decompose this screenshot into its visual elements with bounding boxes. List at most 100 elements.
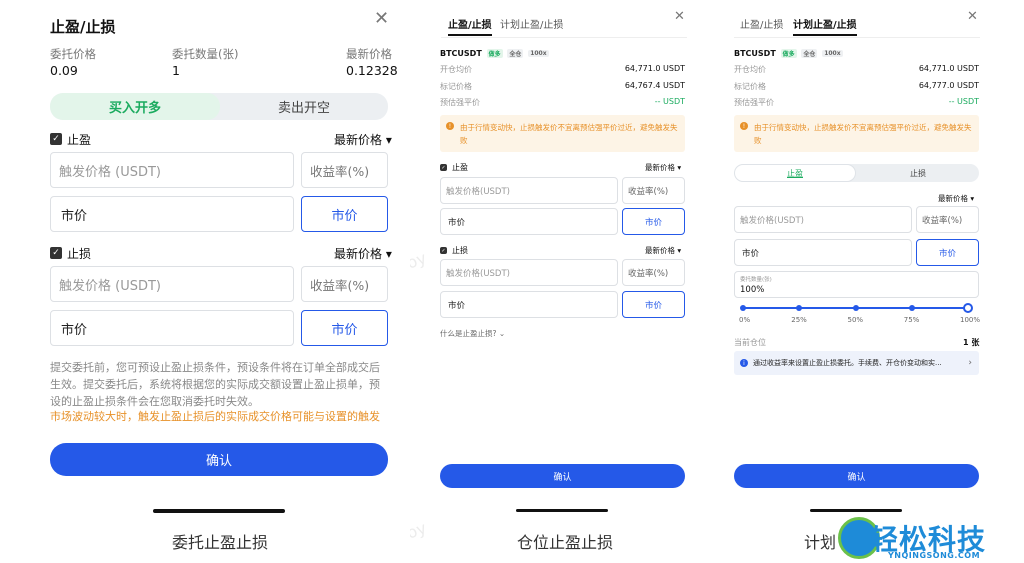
confirm-button[interactable]: 确认 — [440, 464, 685, 488]
home-indicator — [516, 509, 608, 512]
info-icon: i — [740, 359, 748, 367]
warning-icon: ! — [740, 122, 748, 130]
sl-order-price-input[interactable]: 市价 — [440, 291, 618, 318]
row-key: 标记价格 — [734, 82, 766, 91]
tp-market-button[interactable]: 市价 — [301, 196, 388, 232]
sl-checkbox[interactable]: ✓ — [50, 247, 62, 259]
row-value: -- USDT — [948, 97, 979, 106]
row-value: 64,771.0 USDT — [624, 64, 685, 73]
sl-order-price-input[interactable]: 市价 — [50, 310, 294, 346]
tab-plan-tpsl[interactable]: 计划止盈/止损 — [500, 16, 563, 31]
tpsl-segment: 止盈 止损 — [734, 164, 979, 182]
slider-tick[interactable] — [740, 305, 746, 311]
info-text: 通过收益率来设置止盈止损委托。手续费、开仓价变动和实... — [753, 359, 942, 367]
confirm-button[interactable]: 确认 — [734, 464, 979, 488]
tp-market-button[interactable]: 市价 — [622, 208, 685, 235]
direction-segment: 买入开多 卖出开空 — [50, 93, 388, 120]
tp-checkbox[interactable]: ✓ — [50, 133, 62, 145]
symbol: BTCUSDT — [440, 49, 482, 58]
tp-yield-input[interactable]: 收益率(%) — [622, 177, 685, 204]
order-price-input[interactable]: 市价 — [734, 239, 912, 266]
yield-input[interactable]: 收益率(%) — [916, 206, 979, 233]
sl-yield-input[interactable]: 收益率(%) — [622, 259, 685, 286]
slider-tick-label: 100% — [960, 316, 981, 324]
latest-price-value: 0.12328 — [346, 63, 398, 78]
tab-plan-tpsl[interactable]: 计划止盈/止损 — [793, 16, 857, 36]
margin-badge: 全仓 — [801, 49, 818, 58]
row-key: 预估强平价 — [734, 98, 774, 107]
sl-price-type-select[interactable]: 最新价格 ▾ — [645, 245, 681, 256]
symbol-line: BTCUSDT 做多 全仓 100x — [440, 49, 549, 58]
sl-tab[interactable]: 止损 — [857, 164, 979, 182]
sl-checkbox[interactable]: ✓ — [440, 247, 447, 254]
yield-info-banner[interactable]: i 通过收益率来设置止盈止损委托。手续费、开仓价变动和实... › — [734, 351, 979, 375]
slider-tick-label: 25% — [791, 316, 807, 324]
notice-text: 由于行情变动快，止损触发价不宜离预估强平价过近，避免触发失败 — [460, 123, 678, 145]
leverage-badge: 100x — [822, 50, 843, 57]
close-icon[interactable]: ✕ — [967, 10, 978, 23]
sl-trigger-price-input[interactable]: 触发价格(USDT) — [440, 259, 618, 286]
side-badge: 做多 — [780, 49, 797, 58]
sell-short-tab[interactable]: 卖出开空 — [220, 93, 388, 120]
tab-divider — [734, 37, 980, 38]
tab-tpsl[interactable]: 止盈/止损 — [448, 16, 492, 36]
buy-long-tab[interactable]: 买入开多 — [50, 93, 220, 120]
sl-market-button[interactable]: 市价 — [622, 291, 685, 318]
order-qty-label: 委托数量(张) — [172, 47, 239, 61]
tp-order-price-input[interactable]: 市价 — [440, 208, 618, 235]
position-tpsl-panel: 止盈/止损 计划止盈/止损 ✕ BTCUSDT 做多 全仓 100x 开仓均价 … — [425, 0, 705, 563]
tp-price-type-select[interactable]: 最新价格 ▾ — [645, 162, 681, 173]
order-price-label: 委托价格 — [50, 47, 96, 61]
quantity-input[interactable]: 委托数量(张) 100% — [734, 271, 979, 298]
row-key: 标记价格 — [440, 82, 472, 91]
tp-trigger-price-input[interactable]: 触发价格(USDT) — [440, 177, 618, 204]
risk-notice: ! 由于行情变动快，止损触发价不宜离预估强平价过近，避免触发失败 — [734, 115, 979, 152]
tab-tpsl[interactable]: 止盈/止损 — [740, 16, 783, 31]
symbol: BTCUSDT — [734, 49, 776, 58]
notice-text: 由于行情变动快，止损触发价不宜离预估强平价过近，避免触发失败 — [754, 123, 972, 145]
chevron-right-icon: › — [968, 358, 972, 368]
slider-tick-label: 50% — [847, 316, 864, 324]
slider-tick[interactable] — [908, 305, 915, 311]
confirm-button[interactable]: 确认 — [50, 443, 388, 476]
tp-yield-input[interactable]: 收益率(%) — [301, 152, 388, 188]
row-value: 64,771.0 USDT — [918, 64, 979, 73]
position-label: 当前仓位 — [734, 338, 766, 347]
info-row: 标记价格 64,777.0 USDT — [734, 81, 979, 92]
sl-market-button[interactable]: 市价 — [301, 310, 388, 346]
tp-tab[interactable]: 止盈 — [734, 164, 856, 182]
help-link[interactable]: 什么是止盈止损? ⌄ — [440, 328, 505, 339]
sl-trigger-price-input[interactable]: 触发价格 (USDT) — [50, 266, 294, 302]
home-indicator — [153, 509, 285, 513]
sl-yield-input[interactable]: 收益率(%) — [301, 266, 388, 302]
slider-tick[interactable] — [796, 305, 803, 311]
tp-label: 止盈 — [452, 163, 468, 172]
price-type-select[interactable]: 最新价格 ▾ — [938, 193, 974, 204]
close-icon[interactable]: ✕ — [374, 10, 389, 28]
order-qty-value: 1 — [172, 63, 180, 78]
tp-label: 止盈 — [67, 133, 92, 147]
quantity-label: 委托数量(张) — [740, 277, 772, 283]
info-row: 标记价格 64,767.4 USDT — [440, 81, 685, 92]
order-price-value: 0.09 — [50, 63, 78, 78]
sl-label: 止损 — [452, 246, 468, 255]
info-row: 预估强平价 -- USDT — [734, 97, 979, 108]
row-value: 64,777.0 USDT — [918, 81, 979, 90]
tab-divider — [441, 37, 687, 38]
info-row: 开仓均价 64,771.0 USDT — [734, 64, 979, 75]
tp-trigger-price-input[interactable]: 触发价格 (USDT) — [50, 152, 294, 188]
close-icon[interactable]: ✕ — [674, 10, 685, 23]
tp-order-price-input[interactable]: 市价 — [50, 196, 294, 232]
trigger-price-input[interactable]: 触发价格(USDT) — [734, 206, 912, 233]
slider-thumb[interactable] — [963, 303, 973, 313]
slider-tick[interactable] — [852, 305, 859, 311]
row-key: 开仓均价 — [440, 65, 472, 74]
symbol-line: BTCUSDT 做多 全仓 100x — [734, 49, 843, 58]
order-tpsl-panel: 止盈/止损 ✕ 委托价格 0.09 委托数量(张) 1 最新价格 0.12328… — [0, 0, 410, 563]
warning-icon: ! — [446, 122, 454, 130]
market-button[interactable]: 市价 — [916, 239, 979, 266]
sl-price-type-select[interactable]: 最新价格 ▾ — [334, 245, 392, 262]
row-key: 开仓均价 — [734, 65, 766, 74]
tp-checkbox[interactable]: ✓ — [440, 164, 447, 171]
tp-price-type-select[interactable]: 最新价格 ▾ — [334, 131, 392, 148]
